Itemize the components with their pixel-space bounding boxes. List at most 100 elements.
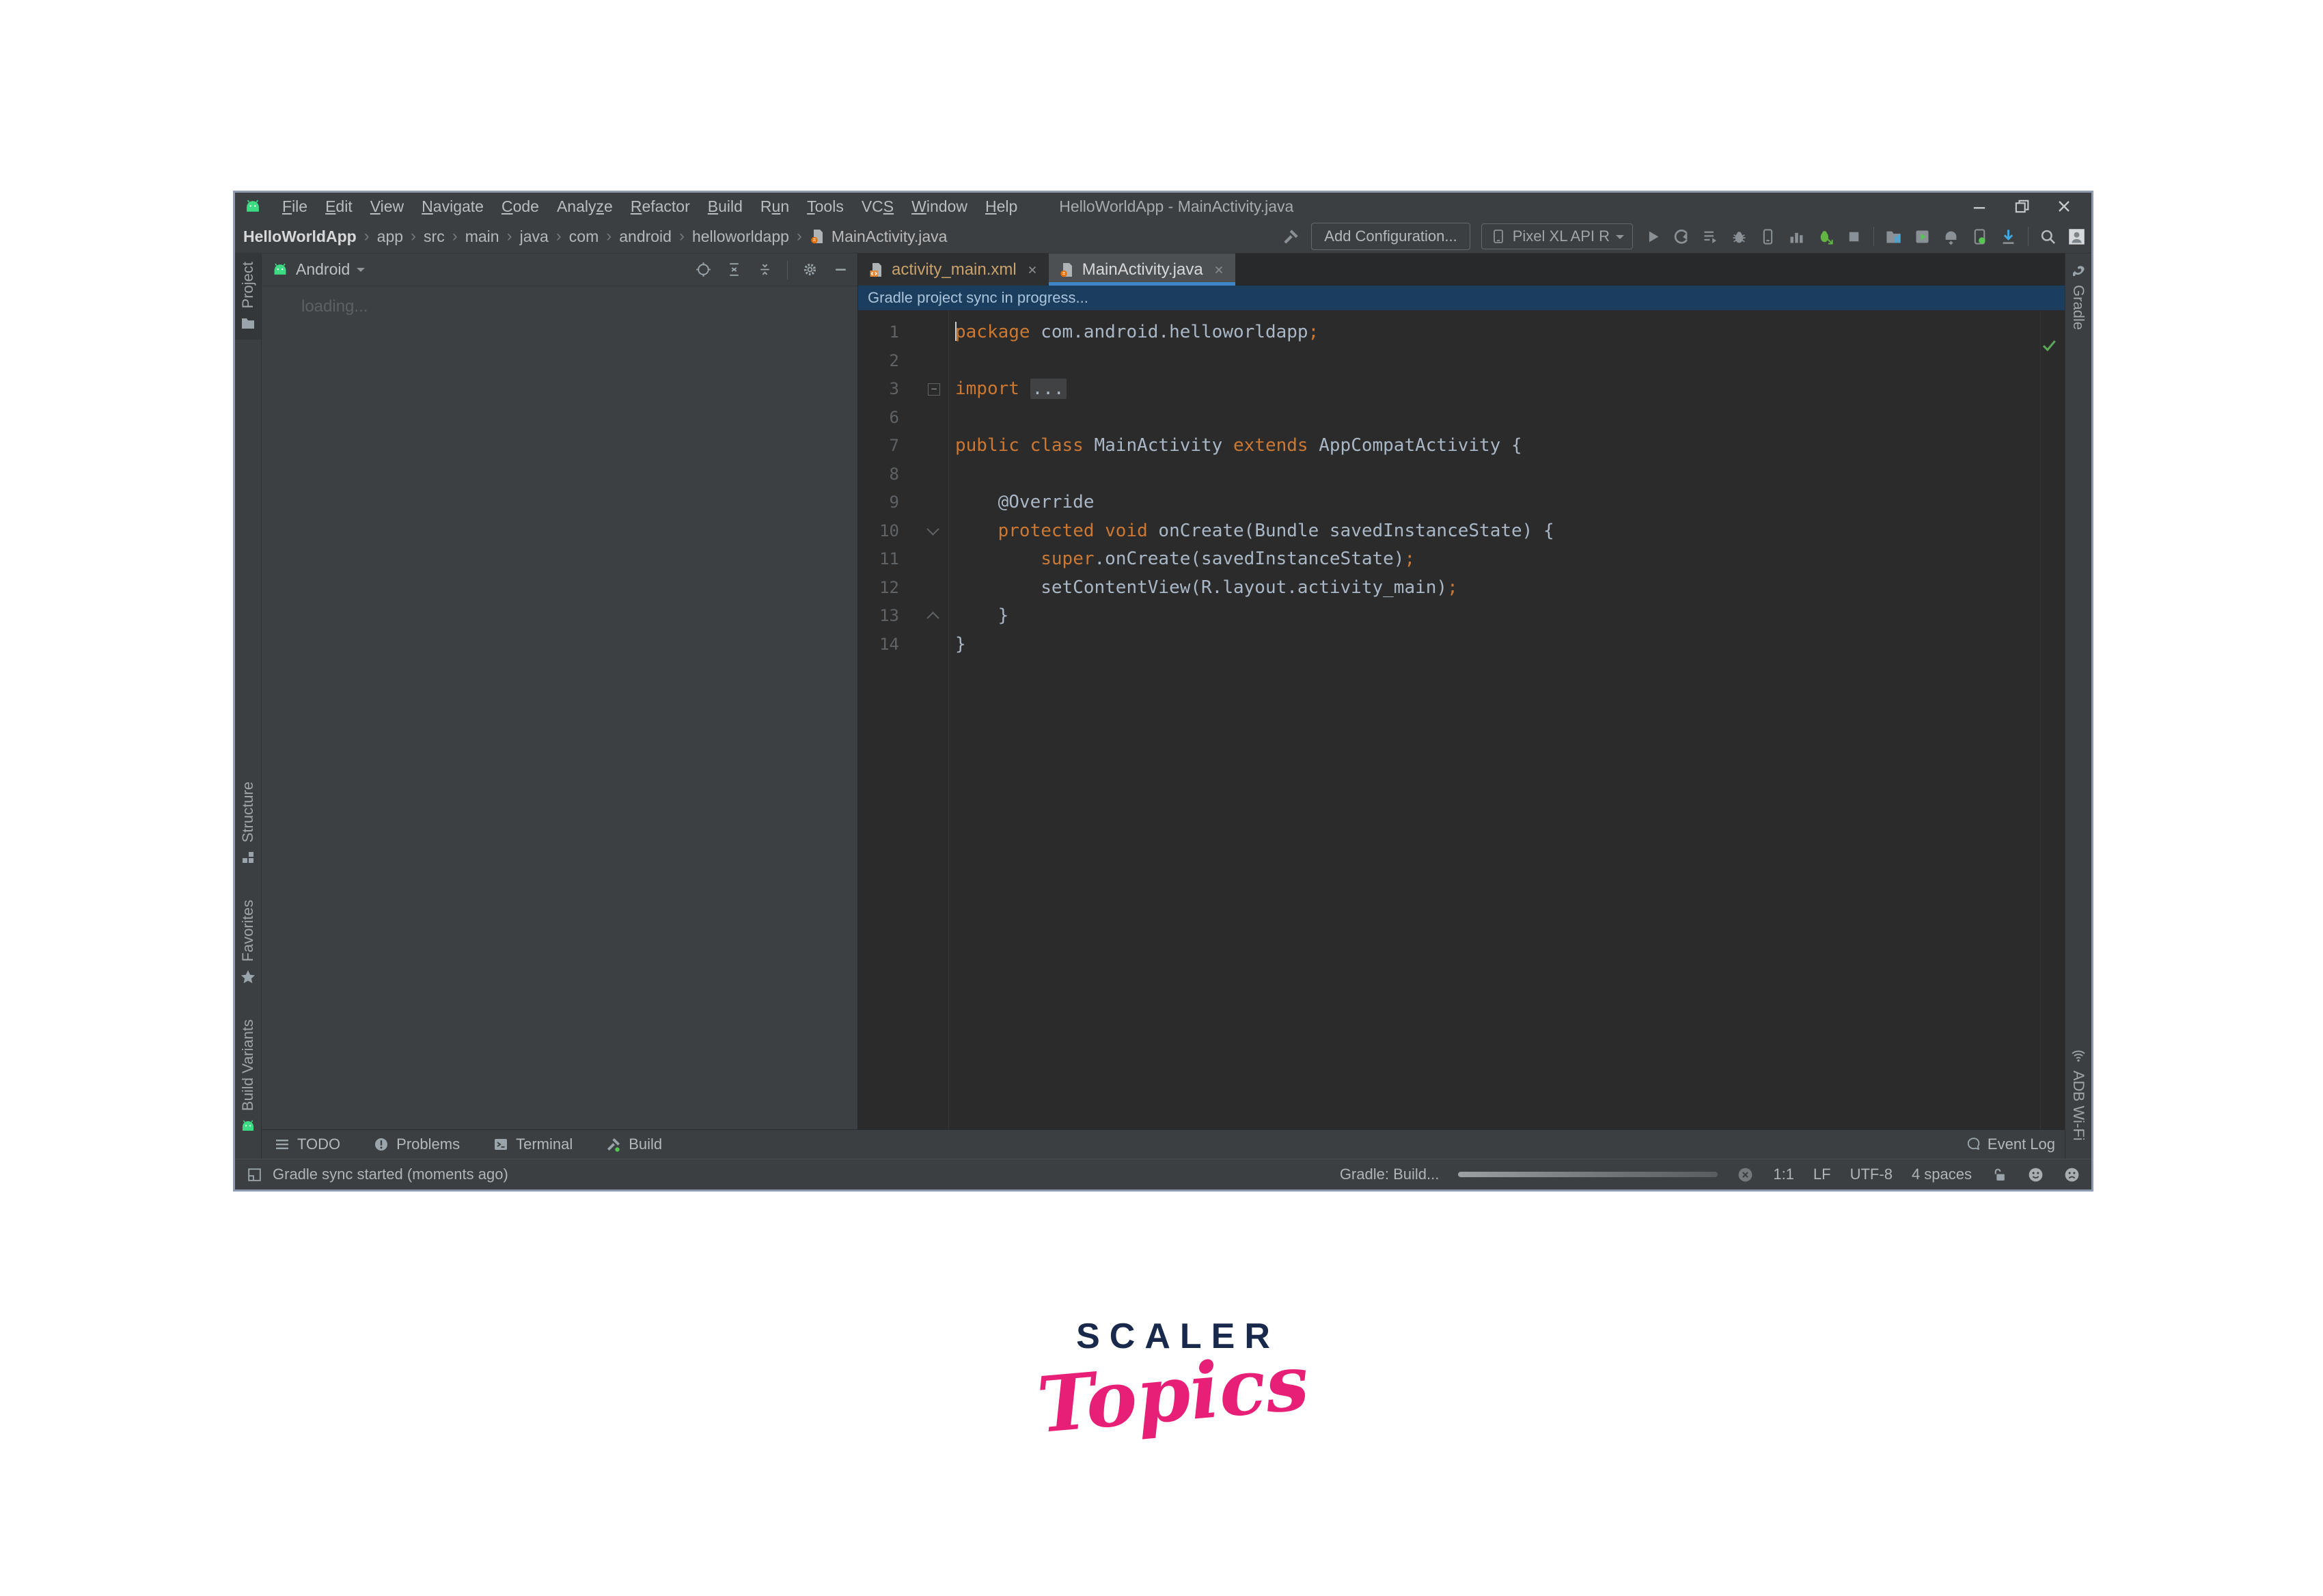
tool-window-tab-problems[interactable]: Problems [373, 1136, 460, 1153]
breadcrumb-item[interactable]: MainActivity.java [810, 227, 948, 246]
breadcrumb-item[interactable]: app [377, 228, 403, 246]
caret-position-widget[interactable]: 1:1 [1773, 1166, 1794, 1183]
menu-code[interactable]: Code [493, 197, 548, 216]
fold-region-end-icon[interactable] [926, 611, 939, 624]
code-text: } [955, 633, 966, 655]
event-log-button[interactable]: Event Log [1964, 1136, 2055, 1153]
stripe-item-gradle[interactable]: Gradle [2065, 253, 2091, 338]
close-icon[interactable] [2054, 197, 2074, 216]
title-bar: File Edit View Navigate Code Analyze Refactor B… [235, 193, 2091, 220]
locate-icon[interactable] [695, 261, 712, 278]
device-selector[interactable]: Pixel XL API R [1481, 223, 1633, 249]
unlock-icon[interactable] [1991, 1166, 2008, 1183]
settings-gear-icon[interactable] [801, 261, 819, 278]
cancel-icon[interactable] [1737, 1166, 1754, 1183]
sync-gradle-icon[interactable] [1884, 228, 1903, 246]
menu-view[interactable]: View [361, 197, 413, 216]
menu-navigate[interactable]: Navigate [413, 197, 493, 216]
project-view-selector[interactable]: Android [271, 260, 366, 279]
inspections-ok-icon[interactable] [2040, 336, 2058, 354]
user-avatar-icon[interactable] [2067, 228, 2086, 246]
search-everywhere-icon[interactable] [2039, 228, 2057, 246]
menu-vcs[interactable]: VCS [853, 197, 903, 216]
stripe-item-adb-wi-fi[interactable]: ADB Wi-Fi [2065, 1039, 2091, 1149]
menu-run[interactable]: Run [752, 197, 798, 216]
breadcrumb-file-label: MainActivity.java [831, 227, 948, 245]
tab-close-icon[interactable] [1026, 264, 1039, 276]
editor-tab-mainactivity-java[interactable]: MainActivity.java [1048, 253, 1235, 286]
breadcrumb-item[interactable]: helloworldapp [692, 228, 789, 246]
menu-window[interactable]: Window [903, 197, 976, 216]
fold-collapsed-icon[interactable] [928, 383, 940, 396]
breadcrumb-separator-icon: › [506, 227, 512, 245]
gutter[interactable] [899, 347, 948, 376]
breadcrumb-item[interactable]: java [520, 228, 549, 246]
stop-icon[interactable] [1845, 228, 1863, 246]
menu-build[interactable]: Build [699, 197, 752, 216]
gutter[interactable] [899, 460, 948, 489]
sad-face-icon[interactable] [2063, 1166, 2080, 1183]
breadcrumb-item[interactable]: com [569, 228, 599, 246]
code-editor[interactable]: 1 package com.android.helloworldapp; 2 3 imp… [858, 310, 2065, 1129]
run-icon[interactable] [1644, 228, 1662, 246]
encoding-widget[interactable]: UTF-8 [1850, 1166, 1893, 1183]
stripe-item-project[interactable]: Project [235, 253, 261, 340]
debug-icon[interactable] [1730, 228, 1748, 246]
sdk-manager-icon[interactable] [1942, 228, 1960, 246]
build-hammer-icon[interactable] [1282, 228, 1300, 246]
tool-window-tab-build[interactable]: Build [605, 1136, 662, 1153]
menu-file[interactable]: File [273, 197, 316, 216]
line-separator-widget[interactable]: LF [1813, 1166, 1831, 1183]
apply-changes-icon[interactable] [1673, 228, 1691, 246]
gutter[interactable] [899, 489, 948, 517]
menu-edit[interactable]: Edit [316, 197, 361, 216]
gutter[interactable] [899, 517, 948, 546]
gutter[interactable] [899, 574, 948, 603]
minimize-icon[interactable] [1970, 197, 1989, 216]
tool-windows-icon[interactable] [246, 1166, 263, 1183]
tool-window-tab-todo[interactable]: TODO [274, 1136, 340, 1153]
stripe-item-build-variants[interactable]: Build Variants [235, 1011, 261, 1142]
gutter[interactable] [899, 375, 948, 404]
breadcrumb-item[interactable]: HelloWorldApp [243, 228, 357, 246]
code-line: 14} [858, 631, 2065, 659]
problems-icon [373, 1136, 389, 1153]
breadcrumb-item[interactable]: src [424, 228, 445, 246]
breadcrumb-item[interactable]: android [619, 228, 672, 246]
menu-analyze[interactable]: Analyze [548, 197, 622, 216]
stripe-item-structure[interactable]: Structure [235, 773, 261, 874]
collapse-all-icon[interactable] [756, 261, 773, 278]
breadcrumb-item[interactable]: main [465, 228, 499, 246]
indent-widget[interactable]: 4 spaces [1912, 1166, 1972, 1183]
profile-app-icon[interactable] [1759, 228, 1777, 246]
tab-close-icon[interactable] [1213, 264, 1225, 276]
add-configuration-button[interactable]: Add Configuration... [1311, 223, 1470, 250]
layout-inspector-icon[interactable] [1970, 228, 1989, 246]
gutter[interactable] [899, 545, 948, 574]
attach-debugger-icon[interactable] [1816, 228, 1834, 246]
editor-tab-activity-main-xml[interactable]: activity_main.xml [858, 253, 1049, 286]
menu-tools[interactable]: Tools [798, 197, 853, 216]
restore-icon[interactable] [2012, 197, 2031, 216]
gutter[interactable] [899, 318, 948, 347]
gutter[interactable] [899, 432, 948, 460]
gutter[interactable] [899, 602, 948, 631]
expand-all-icon[interactable] [726, 261, 743, 278]
project-tree[interactable]: loading... [262, 286, 857, 1129]
avd-manager-icon[interactable] [1913, 228, 1932, 246]
stripe-item-favorites[interactable]: Favorites [235, 892, 261, 993]
run-tasks-icon[interactable] [1701, 228, 1720, 246]
fold-region-start-icon[interactable] [926, 522, 939, 536]
profiler-icon[interactable] [1787, 228, 1806, 246]
happy-face-icon[interactable] [2027, 1166, 2044, 1183]
hide-icon[interactable] [832, 261, 849, 278]
tool-window-tab-terminal[interactable]: Terminal [493, 1136, 573, 1153]
menu-help[interactable]: Help [976, 197, 1026, 216]
code-line: 2 [858, 347, 2065, 376]
android-icon [271, 263, 289, 276]
menu-refactor[interactable]: Refactor [622, 197, 699, 216]
get-device-icon[interactable] [1999, 228, 2018, 246]
main-toolbar: HelloWorldApp › app › src › main › java › com › andr… [235, 220, 2091, 253]
gutter[interactable] [899, 631, 948, 659]
gutter[interactable] [899, 404, 948, 432]
